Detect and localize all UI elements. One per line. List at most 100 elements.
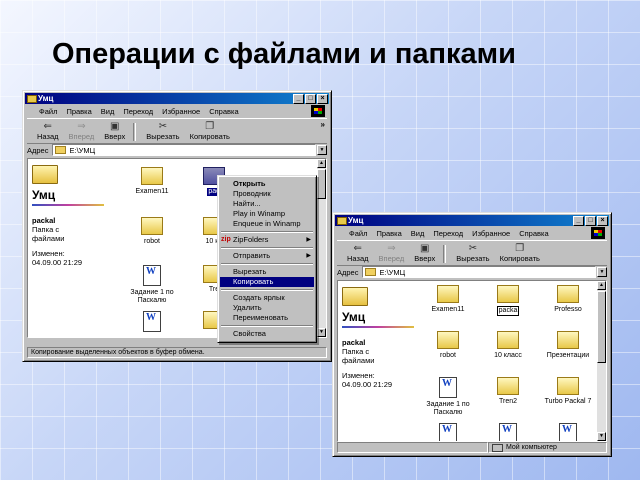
- file-item[interactable]: robot: [420, 331, 476, 360]
- vertical-scrollbar[interactable]: ▲ ▼: [597, 281, 606, 441]
- rename-input[interactable]: packa: [496, 306, 520, 316]
- context-menu-item[interactable]: Enqueue in Winamp: [220, 219, 314, 229]
- back-arrow-icon: ⇐: [43, 121, 52, 132]
- close-button[interactable]: ×: [317, 94, 328, 104]
- minimize-button[interactable]: _: [573, 216, 584, 226]
- file-item[interactable]: Tren2: [480, 377, 536, 406]
- toolbar-overflow-chevron-icon[interactable]: »: [321, 120, 325, 129]
- context-menu-item[interactable]: Открыть: [220, 179, 314, 189]
- context-menu-item[interactable]: Свойства: [220, 329, 314, 339]
- file-item[interactable]: W: [420, 423, 476, 441]
- folder-icon: [557, 331, 579, 349]
- scroll-up-arrow-icon[interactable]: ▲: [317, 159, 326, 168]
- context-menu-item[interactable]: zip ZipFolders ▶: [220, 235, 314, 245]
- cut-button[interactable]: ✂ Вырезать: [146, 121, 179, 143]
- menu-file[interactable]: Файл: [349, 229, 367, 238]
- address-value: E:\УМЦ: [69, 145, 96, 155]
- address-dropdown-button[interactable]: ▼: [317, 145, 327, 155]
- file-item[interactable]: Examen11: [420, 285, 476, 314]
- forward-button[interactable]: ⇒ Вперед: [69, 121, 95, 143]
- file-item[interactable]: packa: [480, 285, 536, 316]
- context-menu-item[interactable]: Вырезать: [220, 267, 314, 277]
- file-item[interactable]: W: [480, 423, 536, 441]
- file-item[interactable]: Professo: [540, 285, 596, 314]
- menu-view[interactable]: Вид: [101, 107, 115, 116]
- vertical-scrollbar[interactable]: ▲ ▼: [317, 159, 326, 337]
- minimize-button[interactable]: _: [293, 94, 304, 104]
- menu-separator: [221, 231, 313, 233]
- address-input[interactable]: E:\УМЦ: [362, 266, 596, 278]
- computer-icon: [492, 443, 503, 452]
- context-menu-item[interactable]: Найти...: [220, 199, 314, 209]
- folder-icon: [497, 285, 519, 303]
- folder-icon: [497, 331, 519, 349]
- title-underline: [32, 204, 104, 206]
- scroll-up-arrow-icon[interactable]: ▲: [597, 281, 606, 290]
- folder-title: Умц: [342, 310, 366, 324]
- scroll-down-arrow-icon[interactable]: ▼: [317, 328, 326, 337]
- title-bar[interactable]: Умц _ □ ×: [25, 93, 329, 104]
- menu-view[interactable]: Вид: [411, 229, 425, 238]
- menu-help[interactable]: Справка: [209, 107, 238, 116]
- menu-favorites[interactable]: Избранное: [472, 229, 510, 238]
- address-input[interactable]: E:\УМЦ: [52, 144, 316, 156]
- context-menu-item[interactable]: Play in Winamp: [220, 209, 314, 219]
- status-text: Копирование выделенных объектов в буфер …: [27, 347, 327, 358]
- context-menu-item[interactable]: Копировать: [220, 277, 314, 287]
- file-item[interactable]: Презентации: [540, 331, 596, 360]
- item-label-line2: Паскалю: [137, 297, 167, 304]
- item-label: Tren2: [498, 398, 518, 405]
- context-menu-item[interactable]: Отправить ▶: [220, 251, 314, 261]
- scroll-down-arrow-icon[interactable]: ▼: [597, 432, 606, 441]
- file-item[interactable]: W: [540, 423, 596, 441]
- windows-logo-icon: [311, 105, 325, 117]
- address-label: Адрес: [27, 145, 49, 155]
- menu-edit[interactable]: Правка: [376, 229, 401, 238]
- web-view-panel: Умц packal Папка с файлами Изменен: 04.0…: [32, 165, 112, 267]
- file-item[interactable]: robot: [124, 217, 180, 246]
- menu-help[interactable]: Справка: [519, 229, 548, 238]
- item-label: robot: [144, 238, 160, 245]
- windows-logo-icon: [591, 227, 605, 239]
- context-menu-item[interactable]: Проводник: [220, 189, 314, 199]
- context-menu-item[interactable]: Создать ярлык: [220, 293, 314, 303]
- scroll-thumb[interactable]: [597, 291, 606, 363]
- file-item[interactable]: W: [124, 311, 180, 335]
- menu-separator: [221, 289, 313, 291]
- selected-name: packal: [32, 216, 56, 225]
- copy-button[interactable]: ❐ Копировать: [190, 121, 230, 143]
- close-button[interactable]: ×: [597, 216, 608, 226]
- up-button[interactable]: ▣ Вверх: [104, 121, 125, 143]
- address-dropdown-button[interactable]: ▼: [597, 267, 607, 277]
- maximize-button[interactable]: □: [305, 94, 316, 104]
- menu-go[interactable]: Переход: [123, 107, 153, 116]
- menu-bar: Файл Правка Вид Переход Избранное Справк…: [337, 228, 607, 239]
- status-bar: Копирование выделенных объектов в буфер …: [27, 347, 327, 358]
- maximize-button[interactable]: □: [585, 216, 596, 226]
- context-menu: Открыть Проводник Найти... Play in Winamp En…: [217, 175, 317, 343]
- cut-button[interactable]: ✂ Вырезать: [456, 243, 489, 265]
- up-button[interactable]: ▣ Вверх: [414, 243, 435, 265]
- forward-button[interactable]: ⇒ Вперед: [379, 243, 405, 265]
- back-button[interactable]: ⇐ Назад: [37, 121, 59, 143]
- menu-file[interactable]: Файл: [39, 107, 57, 116]
- copy-button[interactable]: ❐ Копировать: [500, 243, 540, 265]
- menu-edit[interactable]: Правка: [66, 107, 91, 116]
- menu-favorites[interactable]: Избранное: [162, 107, 200, 116]
- selected-type-2: файлами: [32, 234, 65, 243]
- back-button[interactable]: ⇐ Назад: [347, 243, 369, 265]
- item-label-line2: Паскалю: [433, 409, 463, 416]
- scroll-thumb[interactable]: [317, 169, 326, 199]
- file-item[interactable]: W Задание 1 по Паскалю: [124, 265, 180, 305]
- item-label: Professo: [554, 306, 582, 313]
- file-view[interactable]: Умц packal Папка с файлами Изменен: 04.0…: [337, 280, 607, 442]
- explorer-window-second[interactable]: Умц _ □ × Файл Правка Вид Переход Избран…: [332, 212, 612, 457]
- menu-go[interactable]: Переход: [433, 229, 463, 238]
- file-item[interactable]: Examen11: [124, 167, 180, 196]
- context-menu-item[interactable]: Удалить: [220, 303, 314, 313]
- title-bar[interactable]: Умц _ □ ×: [335, 215, 609, 226]
- context-menu-item[interactable]: Переименовать: [220, 313, 314, 323]
- file-item[interactable]: 10 класс: [480, 331, 536, 360]
- file-item[interactable]: Turbo Packal 7: [540, 377, 596, 406]
- file-item[interactable]: W Задание 1 по Паскалю: [420, 377, 476, 417]
